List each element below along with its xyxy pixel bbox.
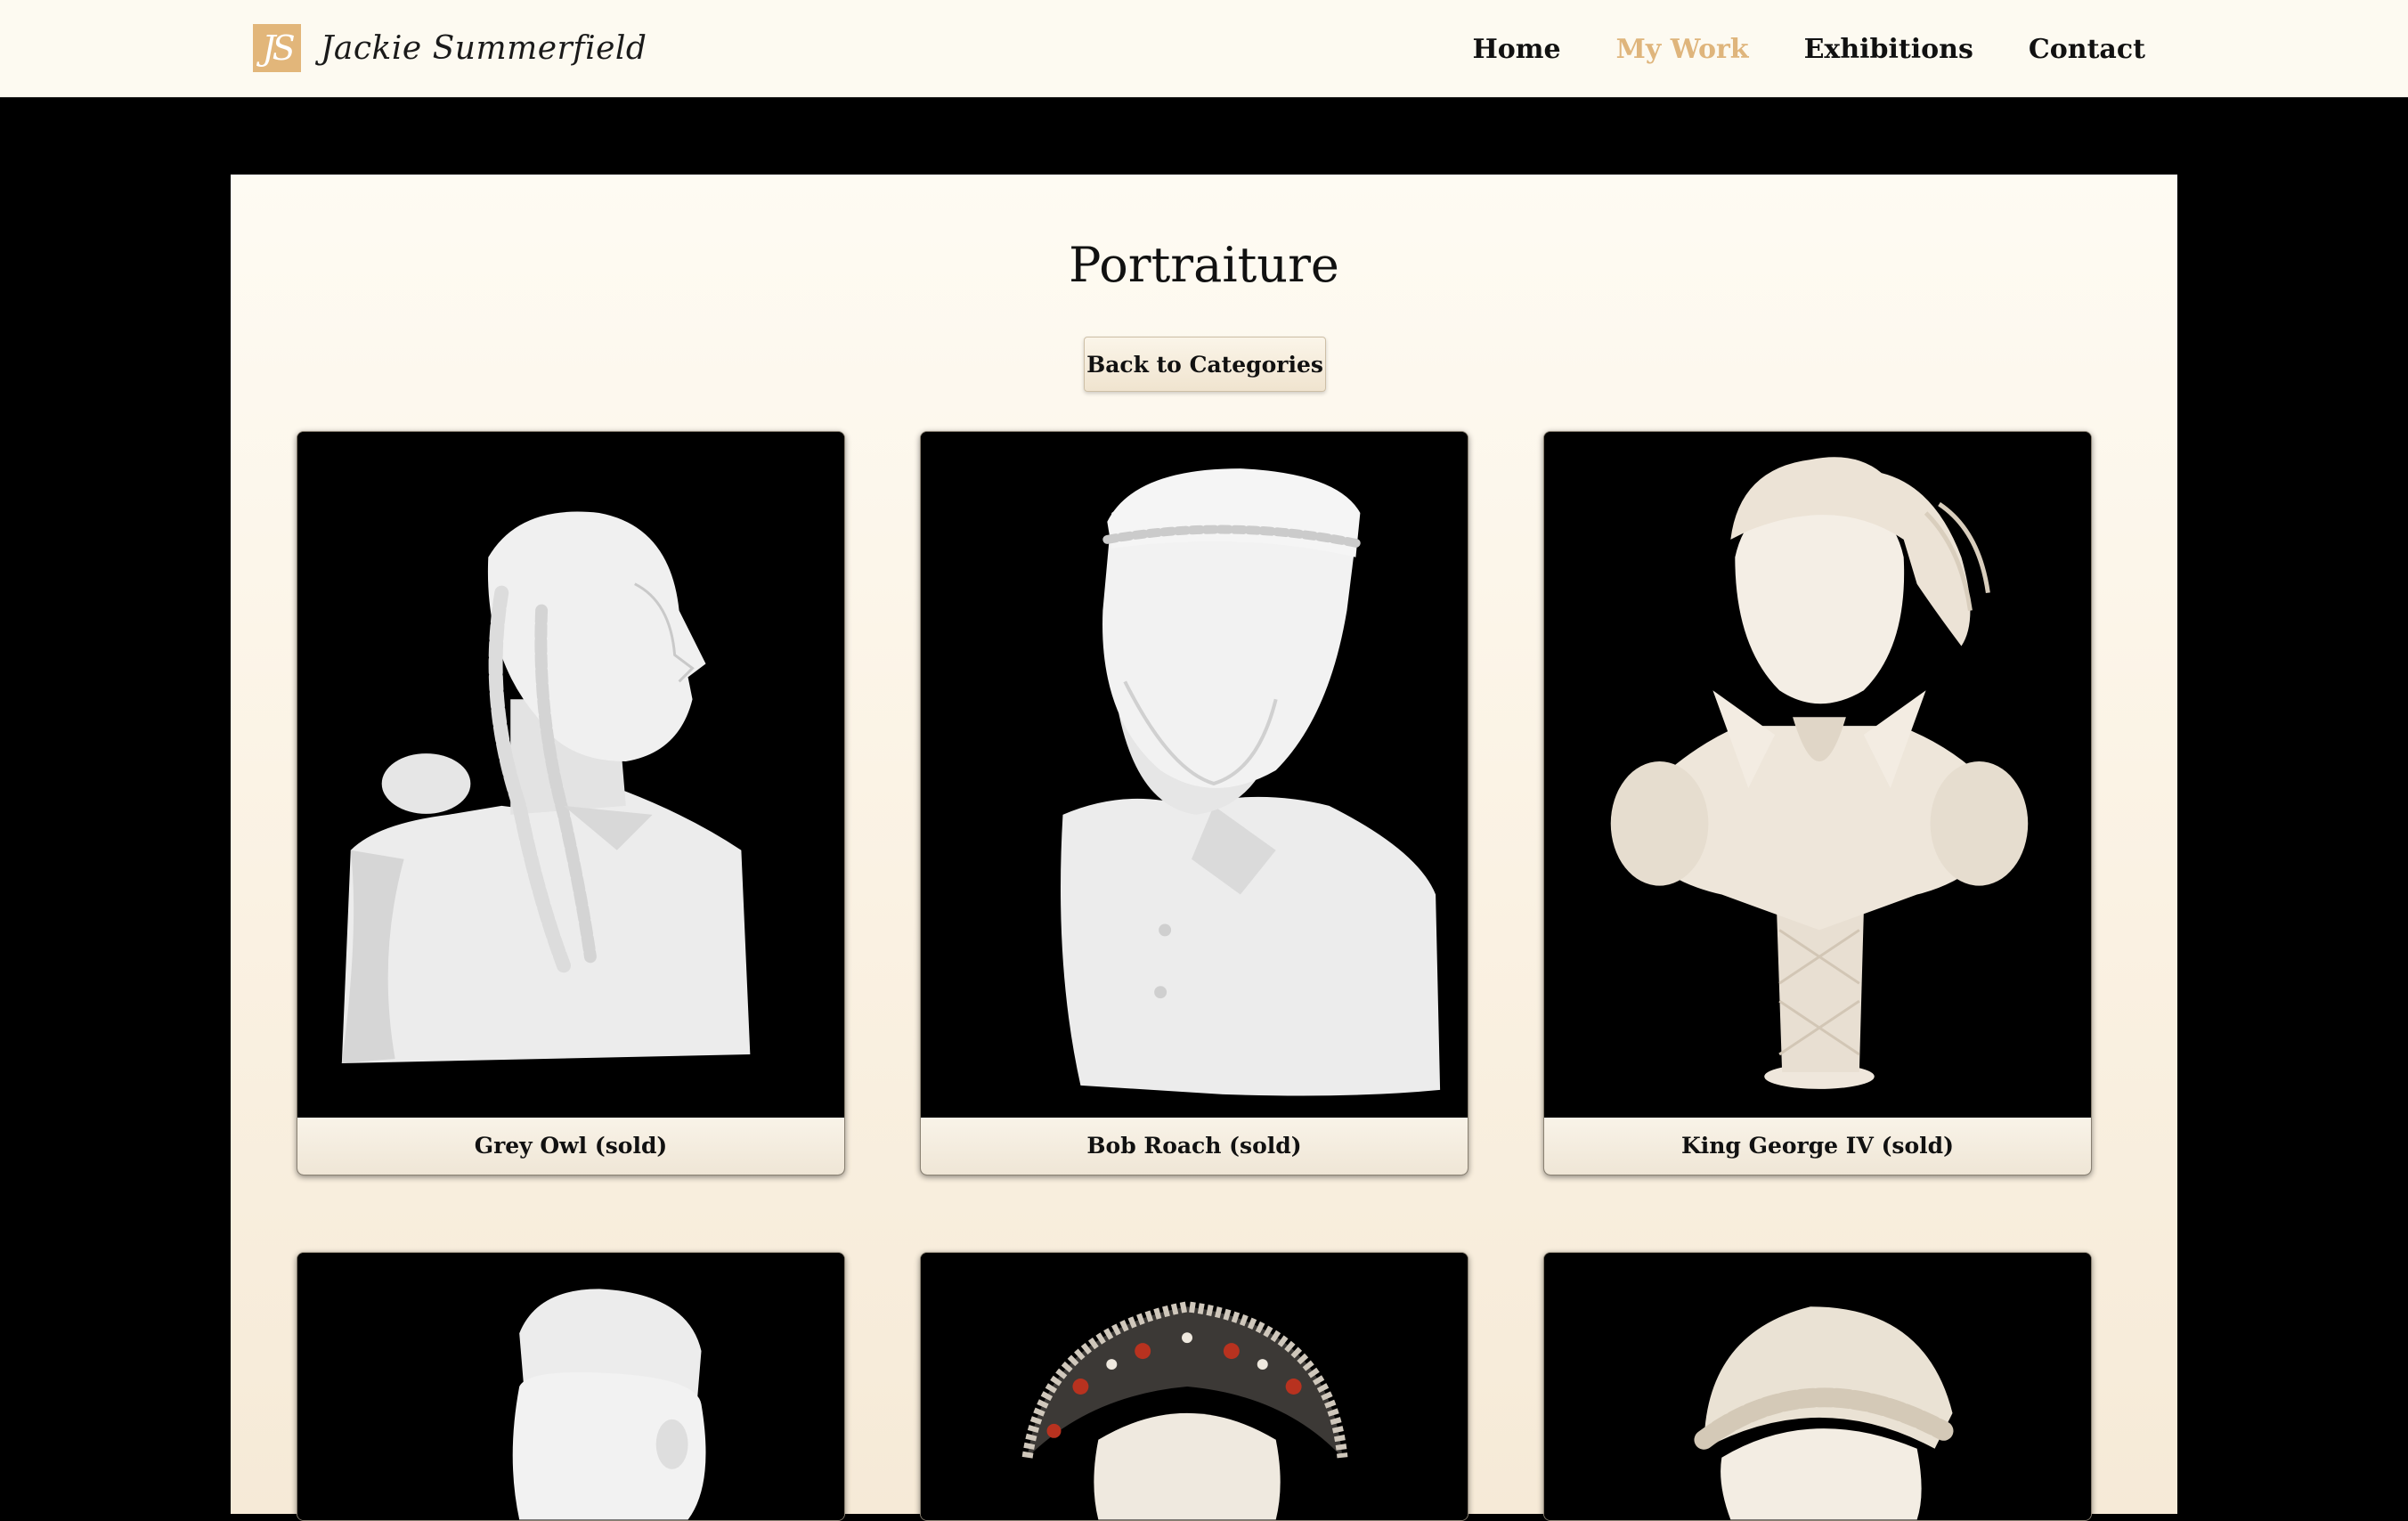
site-name: Jackie Summerfield [321, 29, 647, 67]
site-logo[interactable]: JS Jackie Summerfield [253, 24, 647, 72]
nav-home[interactable]: Home [1472, 34, 1560, 65]
sculpture-photo [297, 1253, 844, 1520]
gallery-card[interactable] [1543, 1252, 2092, 1521]
nav-exhibitions[interactable]: Exhibitions [1804, 34, 1973, 65]
nav-my-work[interactable]: My Work [1616, 34, 1749, 65]
gallery-card-title: King George IV (sold) [1544, 1118, 2091, 1175]
nav-contact[interactable]: Contact [2029, 34, 2145, 65]
sculpture-photo [1544, 432, 2091, 1118]
site-header: JS Jackie Summerfield Home My Work Exhib… [0, 0, 2408, 98]
gallery-card[interactable]: Bob Roach (sold) [920, 431, 1468, 1175]
logo-mark: JS [253, 24, 301, 72]
gallery-card-title: Bob Roach (sold) [921, 1118, 1468, 1175]
sculpture-photo [921, 432, 1468, 1118]
gallery-card[interactable]: King George IV (sold) [1543, 431, 2092, 1175]
main-nav: Home My Work Exhibitions Contact [1417, 0, 2145, 98]
content-panel: Portraiture Back to Categories Grey Owl … [231, 175, 2177, 1521]
sculpture-photo [1544, 1253, 2091, 1520]
back-to-categories-button[interactable]: Back to Categories [1084, 337, 1326, 392]
page-title: Portraiture [1069, 237, 1339, 293]
sculpture-photo [297, 432, 844, 1118]
gallery-card[interactable] [297, 1252, 845, 1521]
sculpture-photo [921, 1253, 1468, 1520]
gallery-card-title: Grey Owl (sold) [297, 1118, 844, 1175]
gallery-card[interactable]: Grey Owl (sold) [297, 431, 845, 1175]
gallery-card[interactable] [920, 1252, 1468, 1521]
